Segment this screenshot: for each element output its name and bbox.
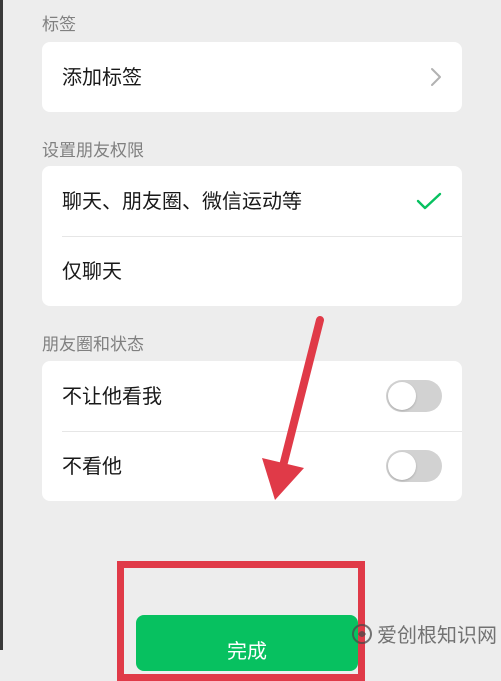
hide-their-moments-row: 不看他 (42, 431, 462, 501)
left-edge-divider (0, 0, 3, 650)
add-tag-row[interactable]: 添加标签 (42, 42, 462, 112)
section-label-tags: 标签 (42, 15, 76, 35)
permission-option-label: 仅聊天 (62, 259, 122, 283)
hide-my-moments-toggle[interactable] (386, 380, 442, 412)
hide-their-moments-label: 不看他 (62, 454, 122, 478)
hide-my-moments-row: 不让他看我 (42, 361, 462, 431)
permission-option-chat-only[interactable]: 仅聊天 (42, 236, 462, 306)
highlight-box (117, 561, 365, 681)
section-label-permissions: 设置朋友权限 (42, 141, 144, 161)
toggle-knob (388, 382, 416, 410)
watermark: 爱创根知识网 (351, 619, 497, 648)
hide-their-moments-toggle[interactable] (386, 450, 442, 482)
watermark-logo-icon (351, 623, 373, 645)
hide-my-moments-label: 不让他看我 (62, 384, 162, 408)
permissions-card: 聊天、朋友圈、微信运动等 仅聊天 (42, 166, 462, 306)
watermark-text: 爱创根知识网 (377, 623, 497, 647)
tags-card: 添加标签 (42, 42, 462, 112)
permission-option-label: 聊天、朋友圈、微信运动等 (62, 189, 302, 213)
section-label-moments: 朋友圈和状态 (42, 335, 144, 355)
checkmark-icon (416, 191, 442, 211)
add-tag-label: 添加标签 (62, 65, 142, 89)
chevron-right-icon (430, 67, 442, 87)
toggle-knob (388, 452, 416, 480)
permission-option-all[interactable]: 聊天、朋友圈、微信运动等 (42, 166, 462, 236)
moments-card: 不让他看我 不看他 (42, 361, 462, 501)
